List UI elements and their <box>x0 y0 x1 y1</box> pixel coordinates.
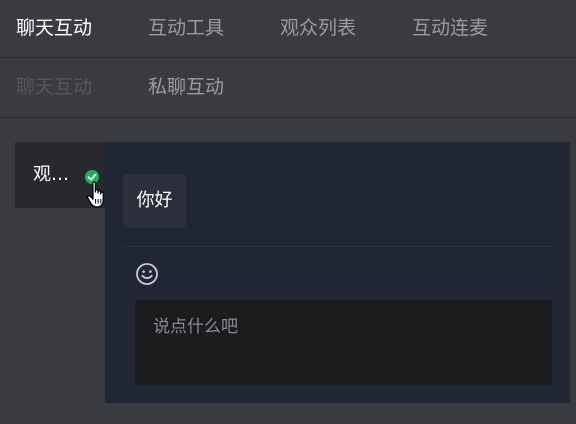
divider <box>123 246 553 247</box>
user-list-item[interactable]: 观… <box>15 142 107 208</box>
tab-chat-interaction[interactable]: 聊天互动 <box>16 0 92 57</box>
chat-panel: 你好 <box>105 142 570 403</box>
subtab-chat-interaction[interactable]: 聊天互动 <box>16 58 92 117</box>
tab-co-host[interactable]: 互动连麦 <box>412 0 488 57</box>
smiley-icon[interactable] <box>135 262 159 286</box>
sub-tabs: 聊天互动 私聊互动 <box>0 58 576 118</box>
tab-interaction-tools[interactable]: 互动工具 <box>148 0 224 57</box>
user-name: 观… <box>33 164 69 185</box>
chat-message-bubble: 你好 <box>123 174 186 228</box>
tab-audience-list[interactable]: 观众列表 <box>280 0 356 57</box>
subtab-private-chat[interactable]: 私聊互动 <box>148 58 224 117</box>
chat-input[interactable] <box>135 300 552 385</box>
main-tabs: 聊天互动 互动工具 观众列表 互动连麦 <box>0 0 576 58</box>
